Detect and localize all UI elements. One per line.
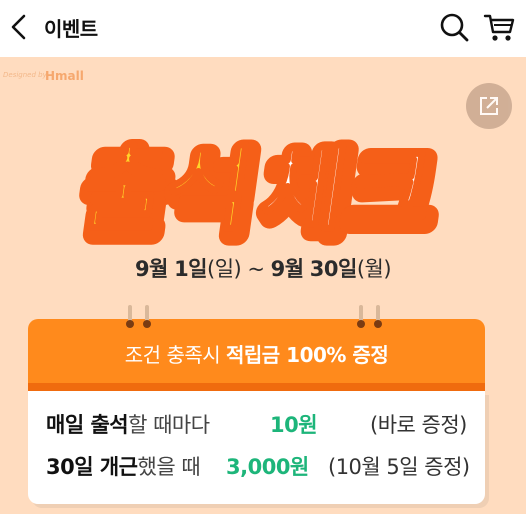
event-period: 9월 1일(일) ~ 9월 30일(월) — [0, 253, 526, 283]
card-header-shadow — [28, 383, 485, 391]
row-amount: 3,000원 — [226, 455, 309, 479]
row-label-light: 했을 때 — [137, 455, 201, 479]
back-button[interactable] — [6, 11, 36, 43]
reward-card-header: 조건 충족시 적립금 100% 증정 — [28, 319, 485, 383]
reward-card-heading: 조건 충족시 적립금 100% 증정 — [28, 339, 485, 368]
headline-logo: 출석 출석 체크 체크 — [68, 131, 452, 249]
end-day: 30일 — [309, 257, 358, 281]
hmall-logo: Hmall — [45, 69, 84, 83]
headline-part1: 출석 — [74, 135, 258, 242]
search-button[interactable] — [438, 11, 470, 43]
heading-prefix: 조건 충족시 — [124, 343, 226, 367]
binder-ring — [357, 305, 365, 328]
date-separator: ~ — [241, 257, 271, 281]
search-icon — [440, 13, 469, 42]
reward-card: 조건 충족시 적립금 100% 증정 매일 출석할 때마다 10원 (바로 증정… — [28, 305, 489, 508]
row-note: (10월 5일 증정) — [328, 455, 470, 479]
end-weekday: (월) — [356, 257, 392, 281]
start-month: 9월 — [134, 257, 168, 281]
page-title: 이벤트 — [44, 17, 98, 41]
row-label-bold: 30일 개근 — [46, 455, 138, 479]
row-note: (바로 증정) — [370, 413, 467, 437]
headline-part2: 체크 — [254, 135, 438, 242]
reward-row-daily: 매일 출석할 때마다 10원 (바로 증정) — [46, 409, 467, 439]
row-label-light: 할 때마다 — [128, 413, 210, 437]
reward-row-perfect: 30일 개근했을 때 3,000원 (10월 5일 증정) — [46, 451, 470, 481]
binder-ring — [143, 305, 151, 328]
start-day: 1일 — [174, 257, 207, 281]
chevron-left-icon — [11, 14, 26, 40]
attendance-event-banner: Designed by Hmall 출석 출석 체크 체크 9월 1일(일) ~… — [0, 57, 526, 514]
binder-ring — [374, 305, 382, 328]
row-label-bold: 매일 출석 — [46, 413, 129, 437]
cart-button[interactable] — [482, 10, 516, 44]
reward-card-body: 매일 출석할 때마다 10원 (바로 증정) 30일 개근했을 때 3,000원… — [28, 391, 485, 504]
row-amount: 10원 — [270, 413, 318, 437]
designed-by-text: Designed by — [3, 71, 47, 79]
share-external-icon — [480, 97, 498, 115]
end-month: 9월 — [270, 257, 304, 281]
share-button[interactable] — [466, 83, 512, 129]
cart-icon — [483, 14, 515, 41]
app-header: 이벤트 — [0, 0, 526, 57]
start-weekday: (일) — [207, 257, 242, 281]
heading-bold: 적립금 100% 증정 — [226, 343, 389, 367]
binder-ring — [126, 305, 134, 328]
